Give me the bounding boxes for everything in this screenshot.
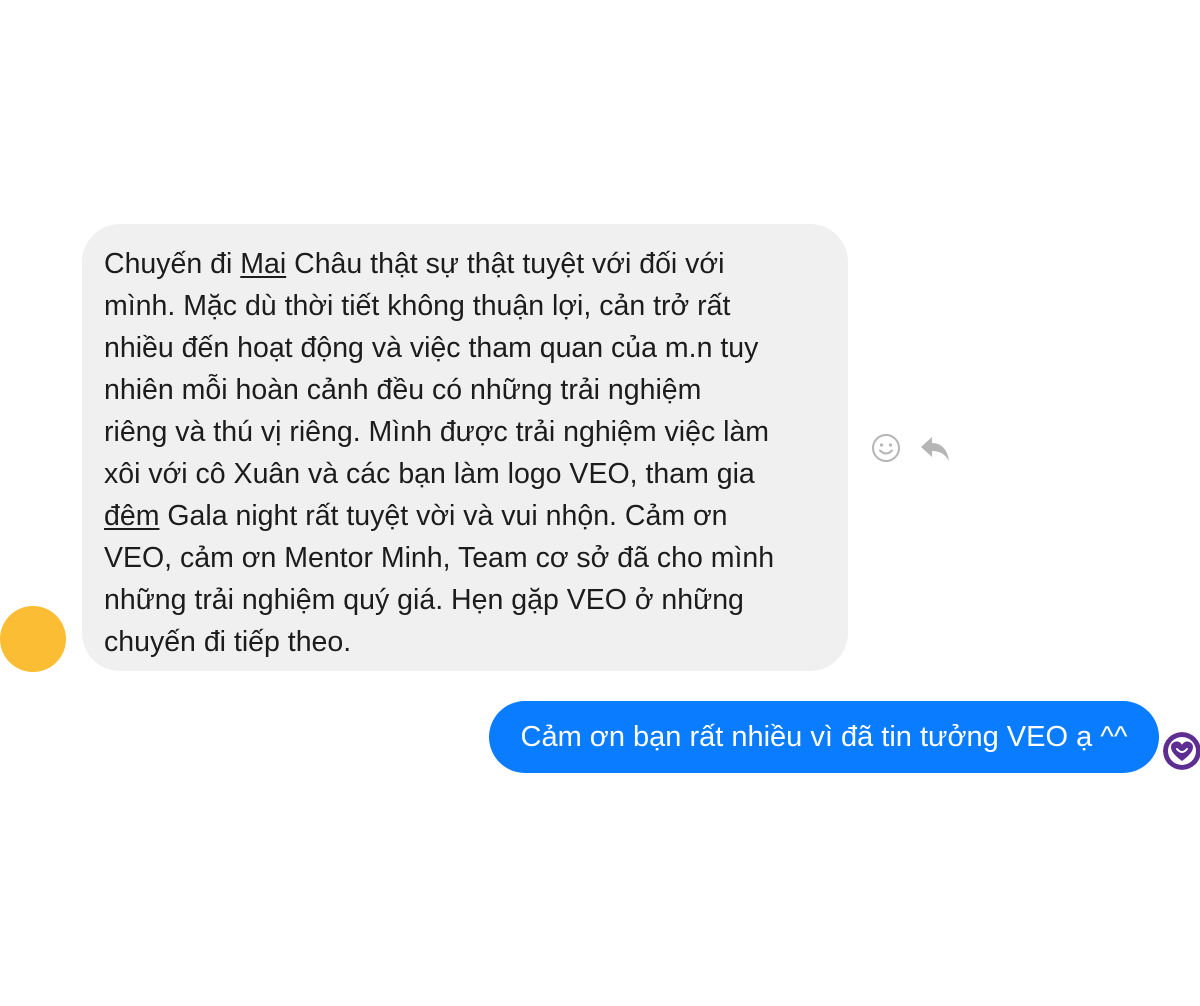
incoming-message-bubble[interactable]: Chuyến đi Mai Châu thật sự thật tuyệt vớ…	[82, 224, 848, 671]
underlined-word: Mai	[240, 248, 287, 280]
message-line: những trải nghiệm quý giá. Hẹn gặp VEO ở…	[104, 584, 744, 616]
message-text: Gala night rất tuyệt vời và vui nhộn. Cả…	[159, 500, 728, 532]
outgoing-message-bubble[interactable]: Cảm ơn bạn rất nhiều vì đã tin tưởng VEO…	[489, 701, 1159, 773]
message-text: Chuyến đi	[104, 248, 241, 280]
reply-arrow-icon[interactable]	[918, 432, 950, 464]
message-line: chuyến đi tiếp theo.	[104, 626, 352, 658]
message-line: nhiên mỗi hoàn cảnh đều có những trải ng…	[104, 374, 702, 406]
message-line: riêng và thú vị riêng. Mình được trải ng…	[104, 416, 770, 448]
message-line: nhiều đến hoạt động và việc tham quan củ…	[104, 332, 759, 364]
smiley-reaction-icon[interactable]	[870, 432, 902, 464]
underlined-word: đêm	[104, 500, 160, 532]
outgoing-message-text: Cảm ơn bạn rất nhiều vì đã tin tưởng VEO…	[520, 721, 1128, 753]
conversation-view: Chuyến đi Mai Châu thật sự thật tuyệt vớ…	[0, 0, 1200, 1006]
message-line: Chuyến đi Mai Châu thật sự thật tuyệt vớ…	[104, 243, 826, 285]
sender-avatar[interactable]	[0, 606, 66, 672]
message-line: đêm Gala night rất tuyệt vời và vui nhộn…	[104, 495, 826, 537]
message-line: mình. Mặc dù thời tiết không thuận lợi, …	[104, 290, 731, 322]
message-line: xôi với cô Xuân và các bạn làm logo VEO,…	[104, 458, 755, 490]
seen-avatar	[1163, 732, 1200, 770]
message-text: Châu thật sự thật tuyệt với đối với	[286, 248, 725, 280]
heart-logo-icon	[1163, 732, 1200, 770]
message-actions	[870, 428, 950, 468]
message-line: VEO, cảm ơn Mentor Minh, Team cơ sở đã c…	[104, 542, 775, 574]
